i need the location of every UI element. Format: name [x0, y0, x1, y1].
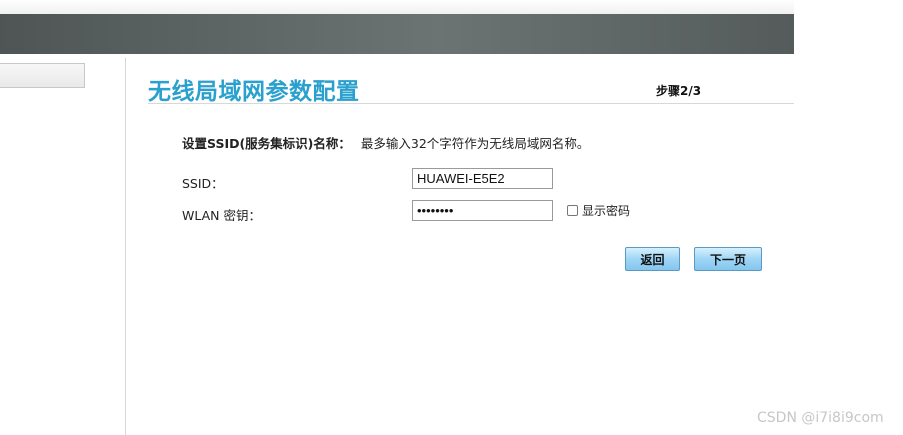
title-divider [148, 103, 794, 104]
show-password-label: 显示密码 [582, 204, 631, 218]
wlan-key-label: WLAN 密钥： [182, 208, 261, 223]
ssid-instructions: 设置SSID(服务集标识)名称： 最多输入32个字符作为无线局域网名称。 [182, 133, 589, 152]
ssid-heading: 设置SSID(服务集标识)名称： [182, 136, 351, 151]
ssid-label: SSID： [182, 176, 224, 191]
top-shadow [0, 0, 794, 14]
wlan-key-input[interactable] [412, 200, 553, 221]
sidebar-field[interactable] [0, 63, 85, 88]
next-page-button[interactable]: 下一页 [694, 247, 762, 271]
show-password-checkbox[interactable] [567, 205, 578, 216]
watermark: CSDN @i7i8i9com [757, 410, 884, 426]
ssid-description: 最多输入32个字符作为无线局域网名称。 [360, 136, 590, 151]
page-title: 无线局域网参数配置 [148, 79, 360, 105]
back-button[interactable]: 返回 [625, 247, 680, 271]
header-bar [0, 14, 794, 54]
sidebar-divider [125, 58, 126, 435]
ssid-input[interactable] [412, 168, 553, 189]
show-password-toggle[interactable]: 显示密码 [567, 202, 630, 219]
step-indicator: 步骤2/3 [656, 84, 702, 98]
